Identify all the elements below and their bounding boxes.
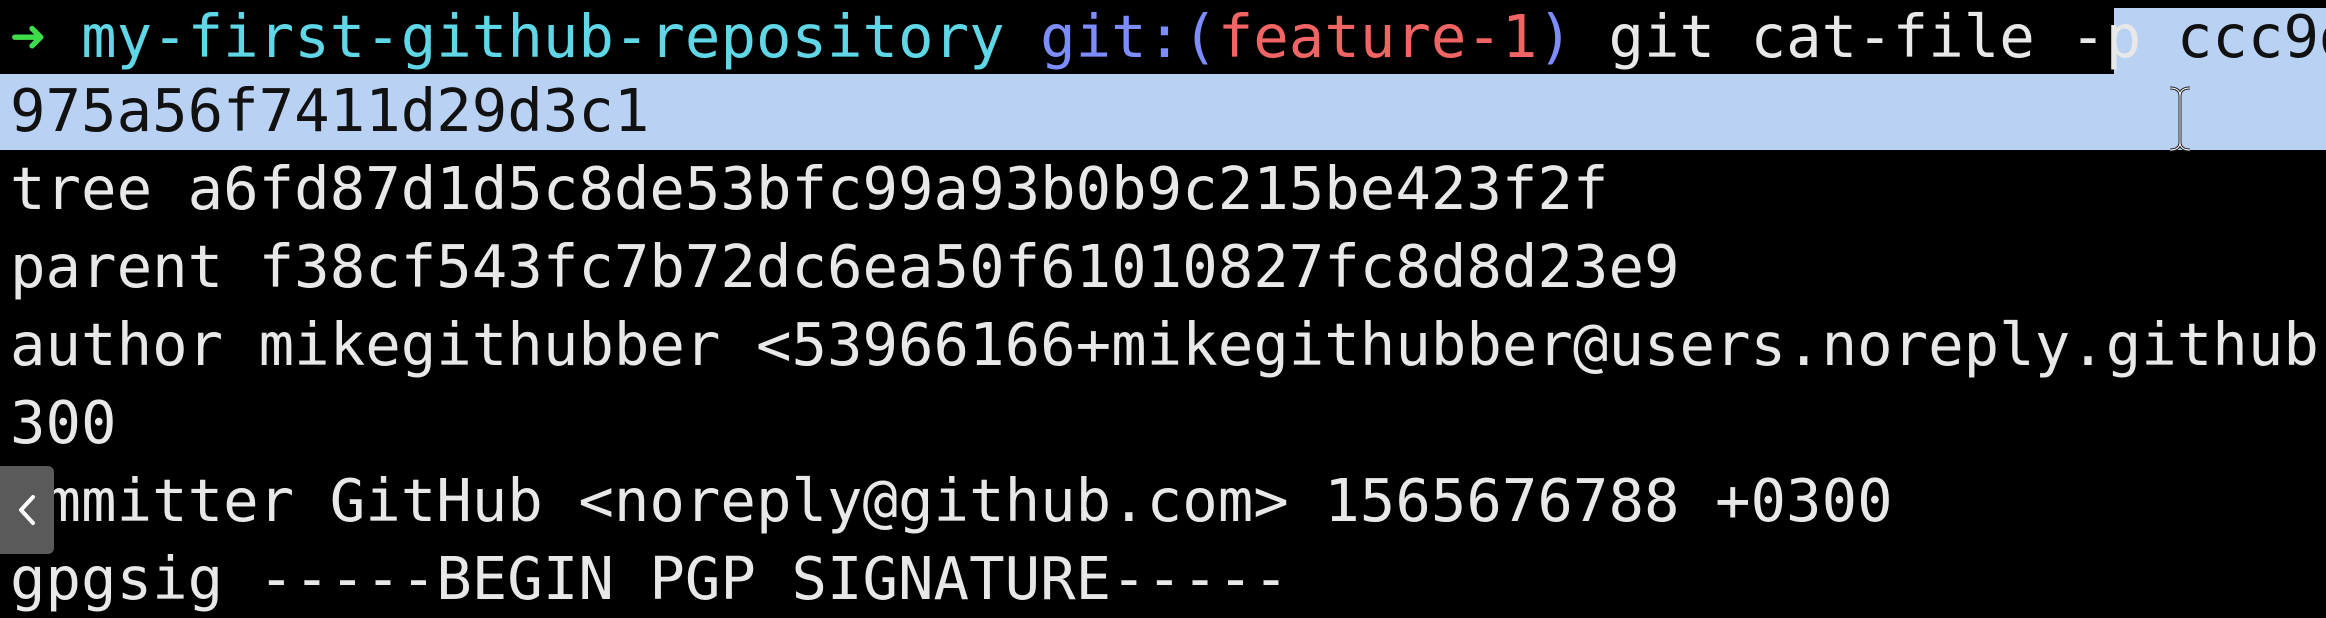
output-line-gpgsig: gpgsig -----BEGIN PGP SIGNATURE-----	[10, 544, 1289, 613]
terminal-output[interactable]: ➜ my-first-github-repository git:(featur…	[0, 0, 2326, 618]
prompt-line: ➜ my-first-github-repository git:(featur…	[10, 0, 2326, 76]
output-line-hash: 975a56f7411d29d3c1	[10, 76, 650, 145]
output-line-parent: parent f38cf543fc7b72dc6ea50f61010827fc8…	[10, 232, 1680, 301]
selected-hash-start: ccc9d7b	[2176, 2, 2326, 71]
chevron-left-icon	[19, 495, 35, 525]
git-label-open: git:(	[1040, 2, 1218, 71]
repo-name: my-first-github-repository	[81, 2, 1005, 71]
output-line-timezone: 300	[10, 388, 117, 457]
output-line-committer: ommitter GitHub <noreply@github.com> 156…	[10, 466, 1893, 535]
branch-name: feature-1	[1217, 2, 1538, 71]
command-text: git cat-file -p	[1608, 2, 2142, 71]
text-cursor-icon	[2169, 86, 2191, 152]
output-line-author: author mikegithubber <53966166+mikegithu…	[10, 310, 2326, 379]
git-label-close: )	[1537, 2, 1573, 71]
collapse-button[interactable]	[0, 466, 54, 554]
prompt-arrow-icon: ➜	[10, 2, 46, 71]
output-line-tree: tree a6fd87d1d5c8de53bfc99a93b0b9c215be4…	[10, 154, 1609, 223]
